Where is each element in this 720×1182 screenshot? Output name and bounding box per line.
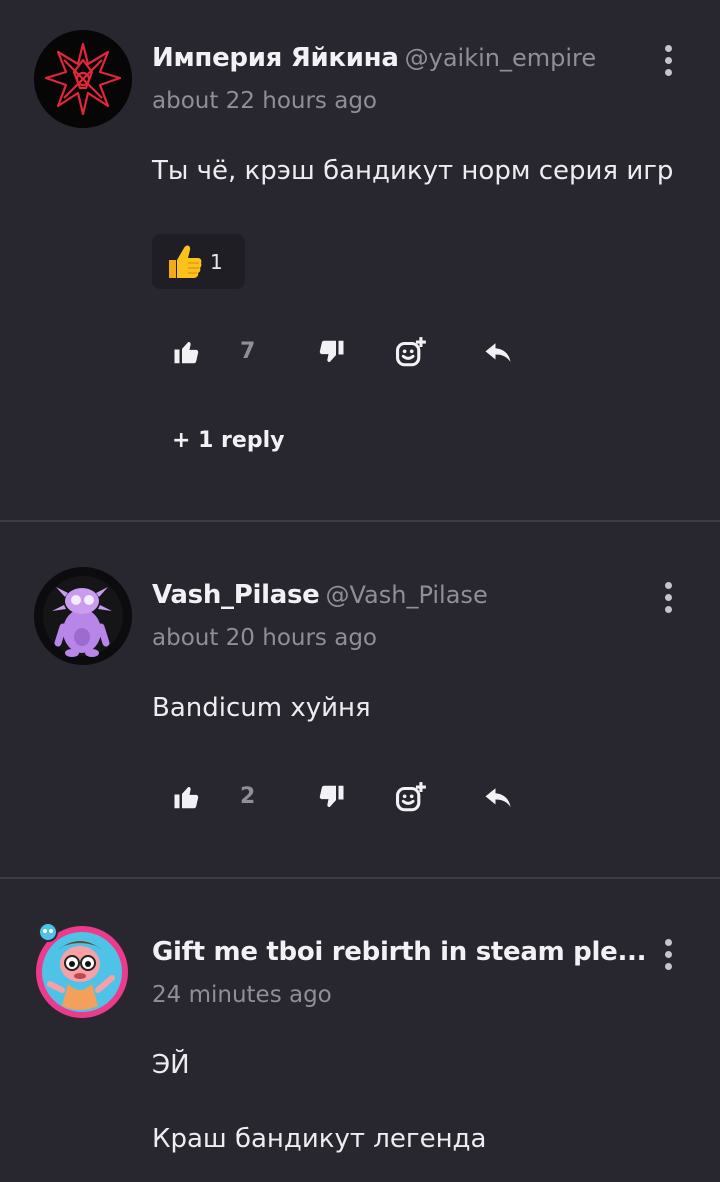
reply-button[interactable] [482,777,514,817]
more-options-button[interactable] [656,40,680,80]
comment-text: Bandicum хуйня [152,693,371,723]
more-dot [664,68,672,76]
author-line: Gift me tboi rebirth in steam ple... [152,932,646,972]
more-dot [664,950,672,958]
author-handle[interactable]: @yaikin_empire [405,44,597,72]
more-dot [664,593,672,601]
avatar[interactable] [32,920,132,1020]
avatar[interactable] [34,567,132,665]
author-name[interactable]: Vash_Pilase [152,580,320,610]
reply-button[interactable] [482,332,514,372]
divider [0,877,720,879]
author-line: Vash_Pilase @Vash_Pilase [152,575,488,615]
more-dot [664,605,672,613]
like-count: 7 [240,339,256,364]
timestamp: about 20 hours ago [152,625,377,651]
add-reaction-button[interactable] [394,332,428,372]
reaction-count: 1 [210,249,223,274]
like-button[interactable] [172,332,202,372]
show-replies-link[interactable]: + 1 reply [172,428,284,453]
thumbs-up-icon [174,787,199,809]
thumbs-up-emoji-icon [169,245,202,278]
author-name[interactable]: Империя Яйкина [152,43,399,73]
timestamp: about 22 hours ago [152,88,377,114]
thumbs-down-icon [319,785,344,807]
more-options-button[interactable] [656,577,680,617]
more-dot [664,962,672,970]
author-line: Империя Яйкина @yaikin_empire [152,38,596,78]
add-reaction-icon [395,782,426,812]
more-vertical-icon [664,581,672,589]
divider [0,520,720,522]
author-name[interactable]: Gift me tboi rebirth in steam ple... [152,937,646,967]
avatar-image [36,922,128,1018]
reaction-pill[interactable]: 1 [152,234,245,289]
more-vertical-icon [664,44,672,52]
comment-text-line-2: Краш бандикут легенда [152,1124,487,1154]
avatar-image [34,30,132,128]
thumbs-down-icon [319,340,344,362]
like-button[interactable] [172,777,202,817]
comment-text-line-1: ЭЙ [152,1050,190,1080]
more-vertical-icon [664,938,672,946]
comment-1: Империя Яйкина @yaikin_empire about 22 ho… [0,30,720,478]
more-dot [664,56,672,64]
author-handle[interactable]: @Vash_Pilase [325,581,487,609]
avatar[interactable] [34,30,132,128]
dislike-button[interactable] [316,777,346,817]
like-count: 2 [240,784,256,809]
timestamp: 24 minutes ago [152,982,332,1008]
reply-icon [485,343,511,362]
comment-2: Vash_Pilase @Vash_Pilase about 20 hours a… [0,567,720,845]
action-bar: 2 [172,777,532,817]
add-reaction-button[interactable] [394,777,428,817]
thumbs-up-icon [174,342,199,364]
avatar-image [34,567,132,665]
reply-icon [485,788,511,807]
add-reaction-icon [395,337,426,367]
action-bar: 7 [172,332,532,372]
comment-3: Gift me tboi rebirth in steam ple... 24 … [0,922,720,1182]
comment-text: Ты чё, крэш бандикут норм серия игр [152,156,674,186]
dislike-button[interactable] [316,332,346,372]
more-options-button[interactable] [656,934,680,974]
